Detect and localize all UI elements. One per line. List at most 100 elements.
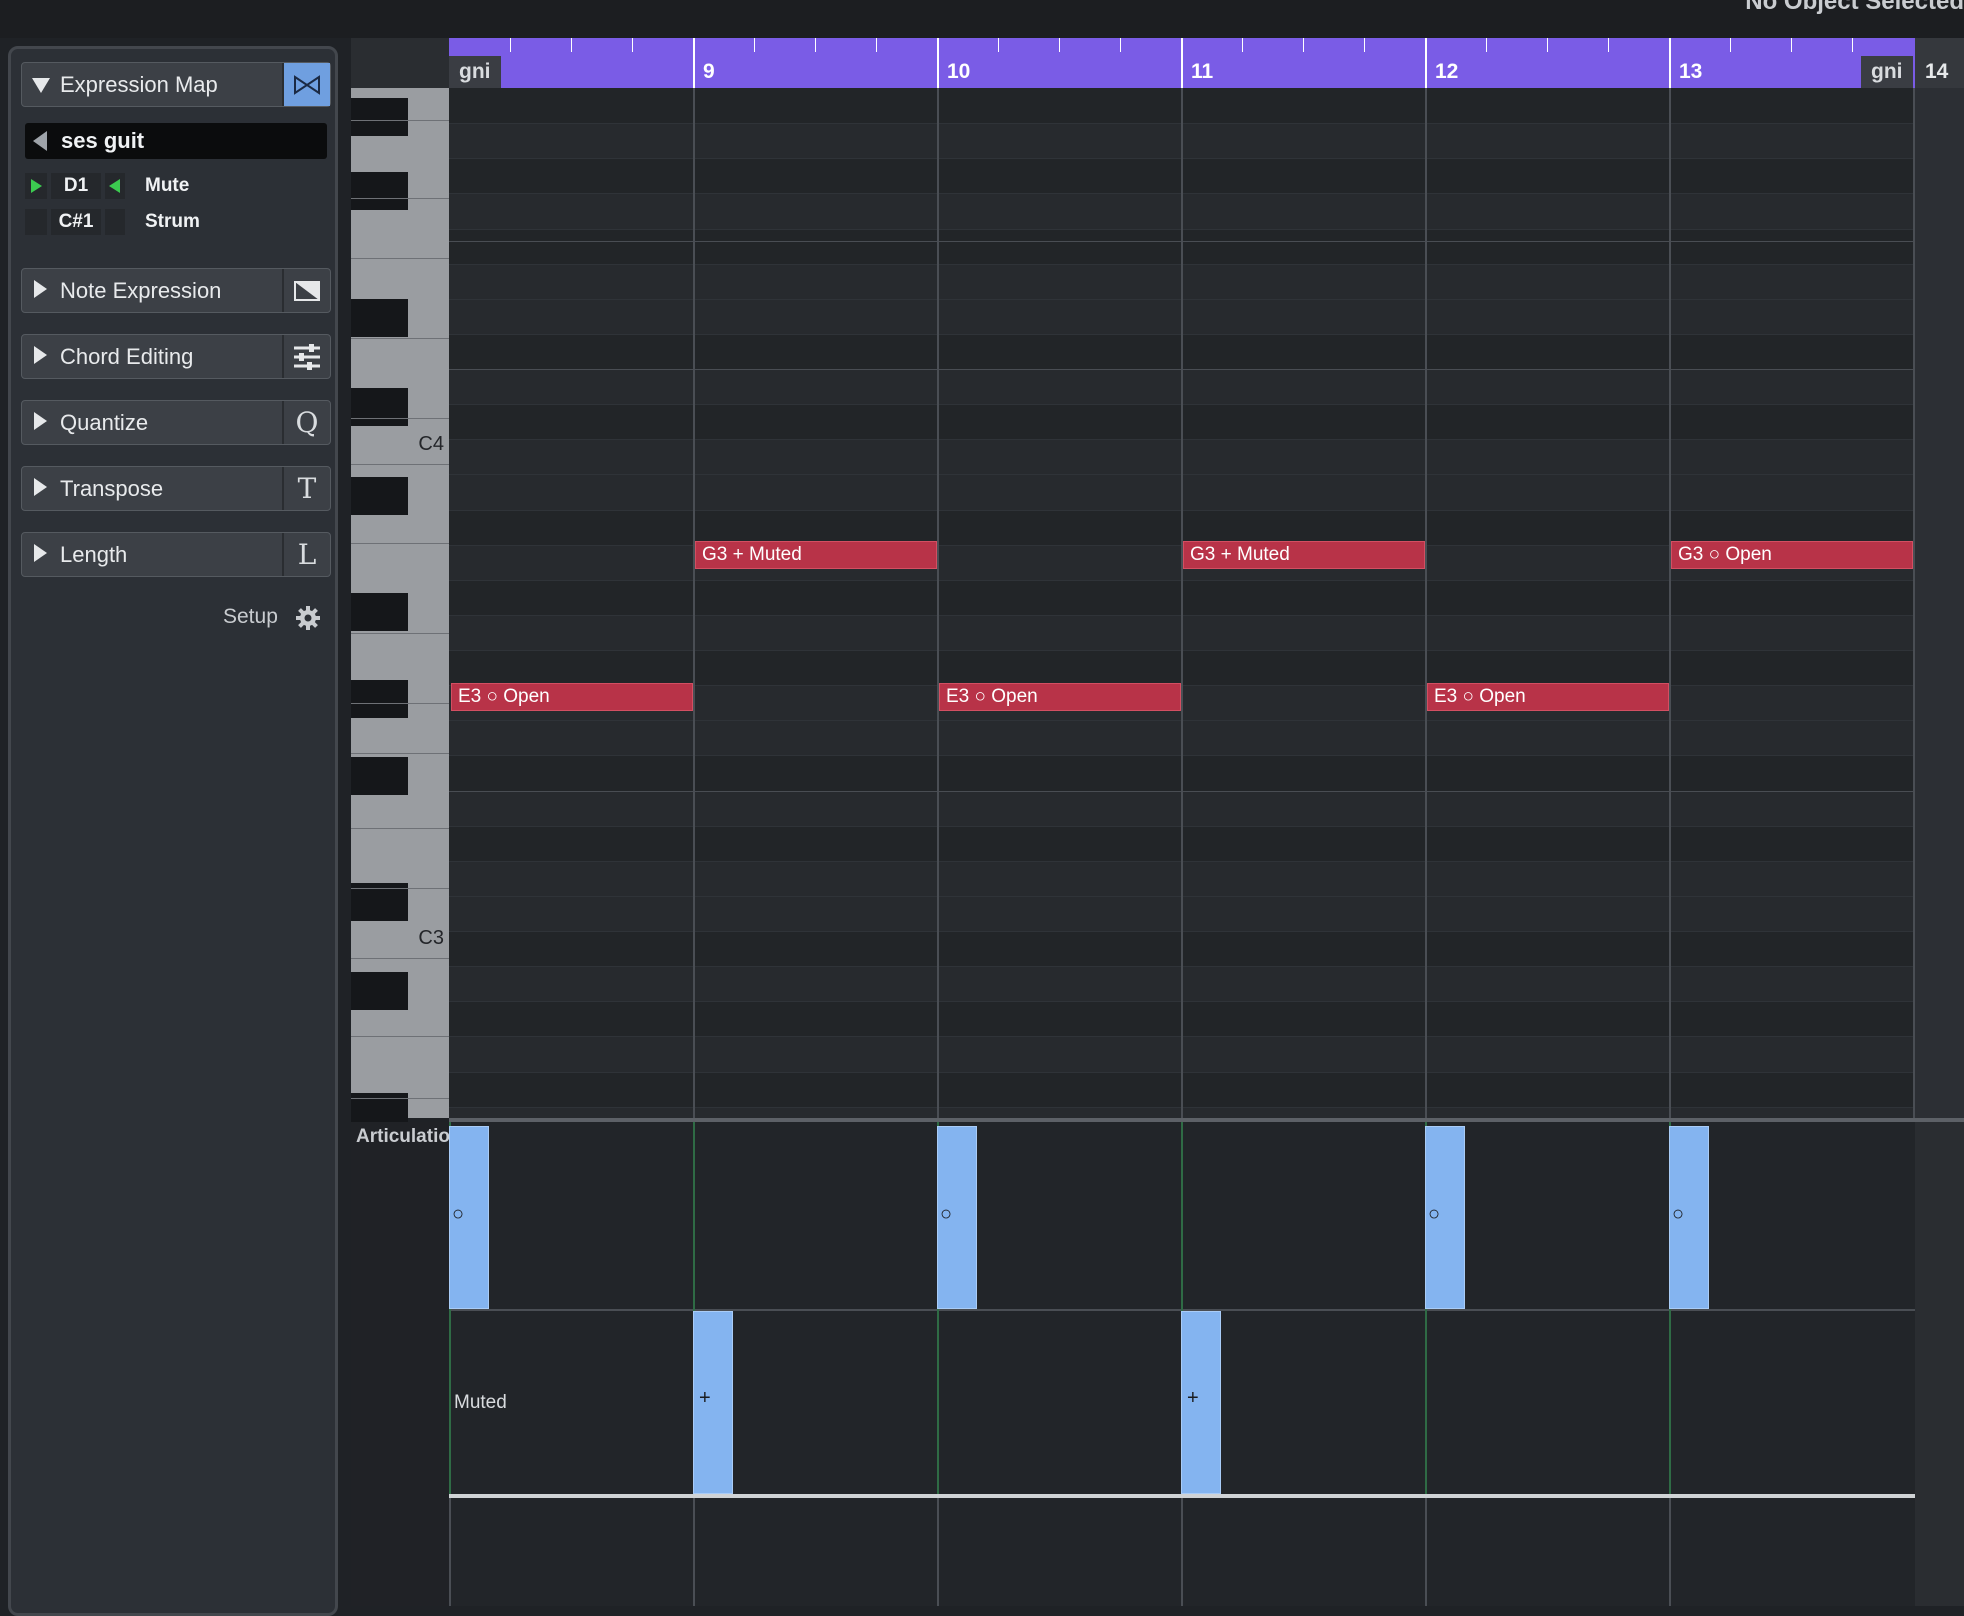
beat-tick	[1547, 38, 1548, 52]
note-grid[interactable]: E3 ○ Open G3 + Muted E3 ○ Open G3 + Muted E3…	[449, 88, 1915, 1118]
note-expression-section[interactable]: Note Expression	[21, 268, 331, 313]
cycle-marker-end[interactable]: gni	[1861, 56, 1913, 88]
collapsed-triangle-icon	[34, 544, 47, 562]
midi-note[interactable]: E3 ○ Open	[1427, 683, 1669, 711]
beat-tick	[1608, 38, 1609, 52]
muted-symbol: +	[699, 1387, 711, 1409]
keyboard-header	[351, 38, 449, 88]
gear-icon[interactable]	[295, 605, 321, 631]
lane-bar-line	[1669, 1498, 1671, 1606]
lane-row-divider	[449, 1494, 1964, 1498]
beat-tick	[1059, 38, 1060, 52]
beat-tick	[1120, 38, 1121, 52]
section-label: Quantize	[60, 410, 149, 435]
section-label: Chord Editing	[60, 344, 194, 369]
midi-note[interactable]: E3 ○ Open	[451, 683, 693, 711]
expression-map-selector[interactable]: ses guit	[25, 123, 327, 159]
play-indicator-icon	[25, 173, 47, 199]
white-key-divider	[351, 703, 449, 704]
white-key-divider	[351, 958, 449, 959]
black-key[interactable]	[351, 757, 408, 795]
bar-grid-line	[693, 88, 695, 1118]
midi-note[interactable]: E3 ○ Open	[939, 683, 1181, 711]
beat-tick	[1730, 38, 1731, 52]
midi-note[interactable]: G3 ○ Open	[1671, 541, 1913, 569]
black-key[interactable]	[351, 593, 408, 631]
articulation-note: C#1	[51, 209, 101, 235]
black-key[interactable]	[351, 172, 408, 210]
black-key[interactable]	[351, 388, 408, 426]
lane-bar-line	[449, 1498, 451, 1606]
open-symbol: ○	[940, 1203, 953, 1225]
collapsed-triangle-icon	[34, 412, 47, 430]
active-indicator-icon	[105, 209, 125, 235]
beat-tick	[998, 38, 999, 52]
bar-grid-line	[1669, 88, 1671, 1118]
length-icon[interactable]: L	[282, 533, 330, 576]
beat-tick	[1791, 38, 1792, 52]
expanded-triangle-icon	[32, 78, 50, 93]
black-key[interactable]	[351, 477, 408, 515]
bar-number: 11	[1191, 60, 1214, 83]
beat-tick	[1242, 38, 1243, 52]
white-key-divider	[351, 1036, 449, 1037]
bar-number: 9	[703, 60, 715, 83]
lane-outside-area	[1915, 1122, 1964, 1606]
lane-row-label: Muted	[454, 1392, 507, 1413]
beat-tick	[632, 38, 633, 52]
black-key[interactable]	[351, 299, 408, 337]
inspector-panel: Expression Map ses guit D1 Mute C#1 Stru…	[8, 46, 338, 1616]
white-key-divider	[351, 543, 449, 544]
bar-grid-line	[937, 88, 939, 1118]
top-bar: No Object Selected	[0, 0, 1964, 38]
white-key-divider	[351, 418, 449, 419]
cycle-marker-start[interactable]: gni	[449, 56, 501, 88]
white-key-divider	[351, 633, 449, 634]
beat-tick	[1486, 38, 1487, 52]
chord-editing-icon[interactable]	[282, 335, 330, 378]
articulation-name: Strum	[145, 211, 200, 232]
white-key-divider	[351, 120, 449, 121]
piano-keyboard[interactable]: C4 C3	[351, 88, 449, 1131]
lane-bar-line	[937, 1498, 939, 1606]
quantize-section[interactable]: Quantize Q	[21, 400, 331, 445]
bar-number: 12	[1435, 60, 1459, 83]
bar-line	[1669, 38, 1671, 88]
quantize-icon[interactable]: Q	[282, 401, 330, 444]
length-section[interactable]: Length L	[21, 532, 331, 577]
articulation-note: D1	[51, 173, 101, 199]
section-label: Note Expression	[60, 278, 222, 303]
black-key[interactable]	[351, 98, 408, 136]
expression-map-section[interactable]: Expression Map	[21, 62, 331, 107]
articulation-lane[interactable]: Muted ○ ○ ○ ○ + +	[449, 1122, 1964, 1606]
white-key-divider	[351, 753, 449, 754]
muted-symbol: +	[1187, 1387, 1199, 1409]
setup-label[interactable]: Setup	[223, 605, 278, 629]
midi-note[interactable]: G3 + Muted	[695, 541, 937, 569]
map-flag-icon	[33, 131, 47, 151]
lane-bar-line	[1425, 1498, 1427, 1606]
bar-grid-line	[1181, 88, 1183, 1118]
beat-tick	[815, 38, 816, 52]
lane-bar-line	[693, 1498, 695, 1606]
grid-outside-area	[1915, 88, 1964, 1118]
timeline-ruler[interactable]: gni gni 9 10 11 12 13	[449, 38, 1964, 88]
transpose-section[interactable]: Transpose T	[21, 466, 331, 511]
active-indicator-icon	[105, 173, 125, 199]
chord-editing-section[interactable]: Chord Editing	[21, 334, 331, 379]
expression-map-icon[interactable]	[282, 63, 330, 106]
lane-header	[351, 1122, 449, 1606]
open-symbol: ○	[1428, 1203, 1441, 1225]
black-key[interactable]	[351, 680, 408, 718]
black-key[interactable]	[351, 972, 408, 1010]
transpose-icon[interactable]: T	[282, 467, 330, 510]
bar-line	[693, 38, 695, 88]
white-key-divider	[351, 888, 449, 889]
beat-tick	[1364, 38, 1365, 52]
octave-label-c3: C3	[418, 927, 444, 949]
note-expression-icon[interactable]	[282, 269, 330, 312]
white-key-divider	[351, 1098, 449, 1099]
section-label: Transpose	[60, 476, 164, 501]
midi-note[interactable]: G3 + Muted	[1183, 541, 1425, 569]
white-key-divider	[351, 828, 449, 829]
